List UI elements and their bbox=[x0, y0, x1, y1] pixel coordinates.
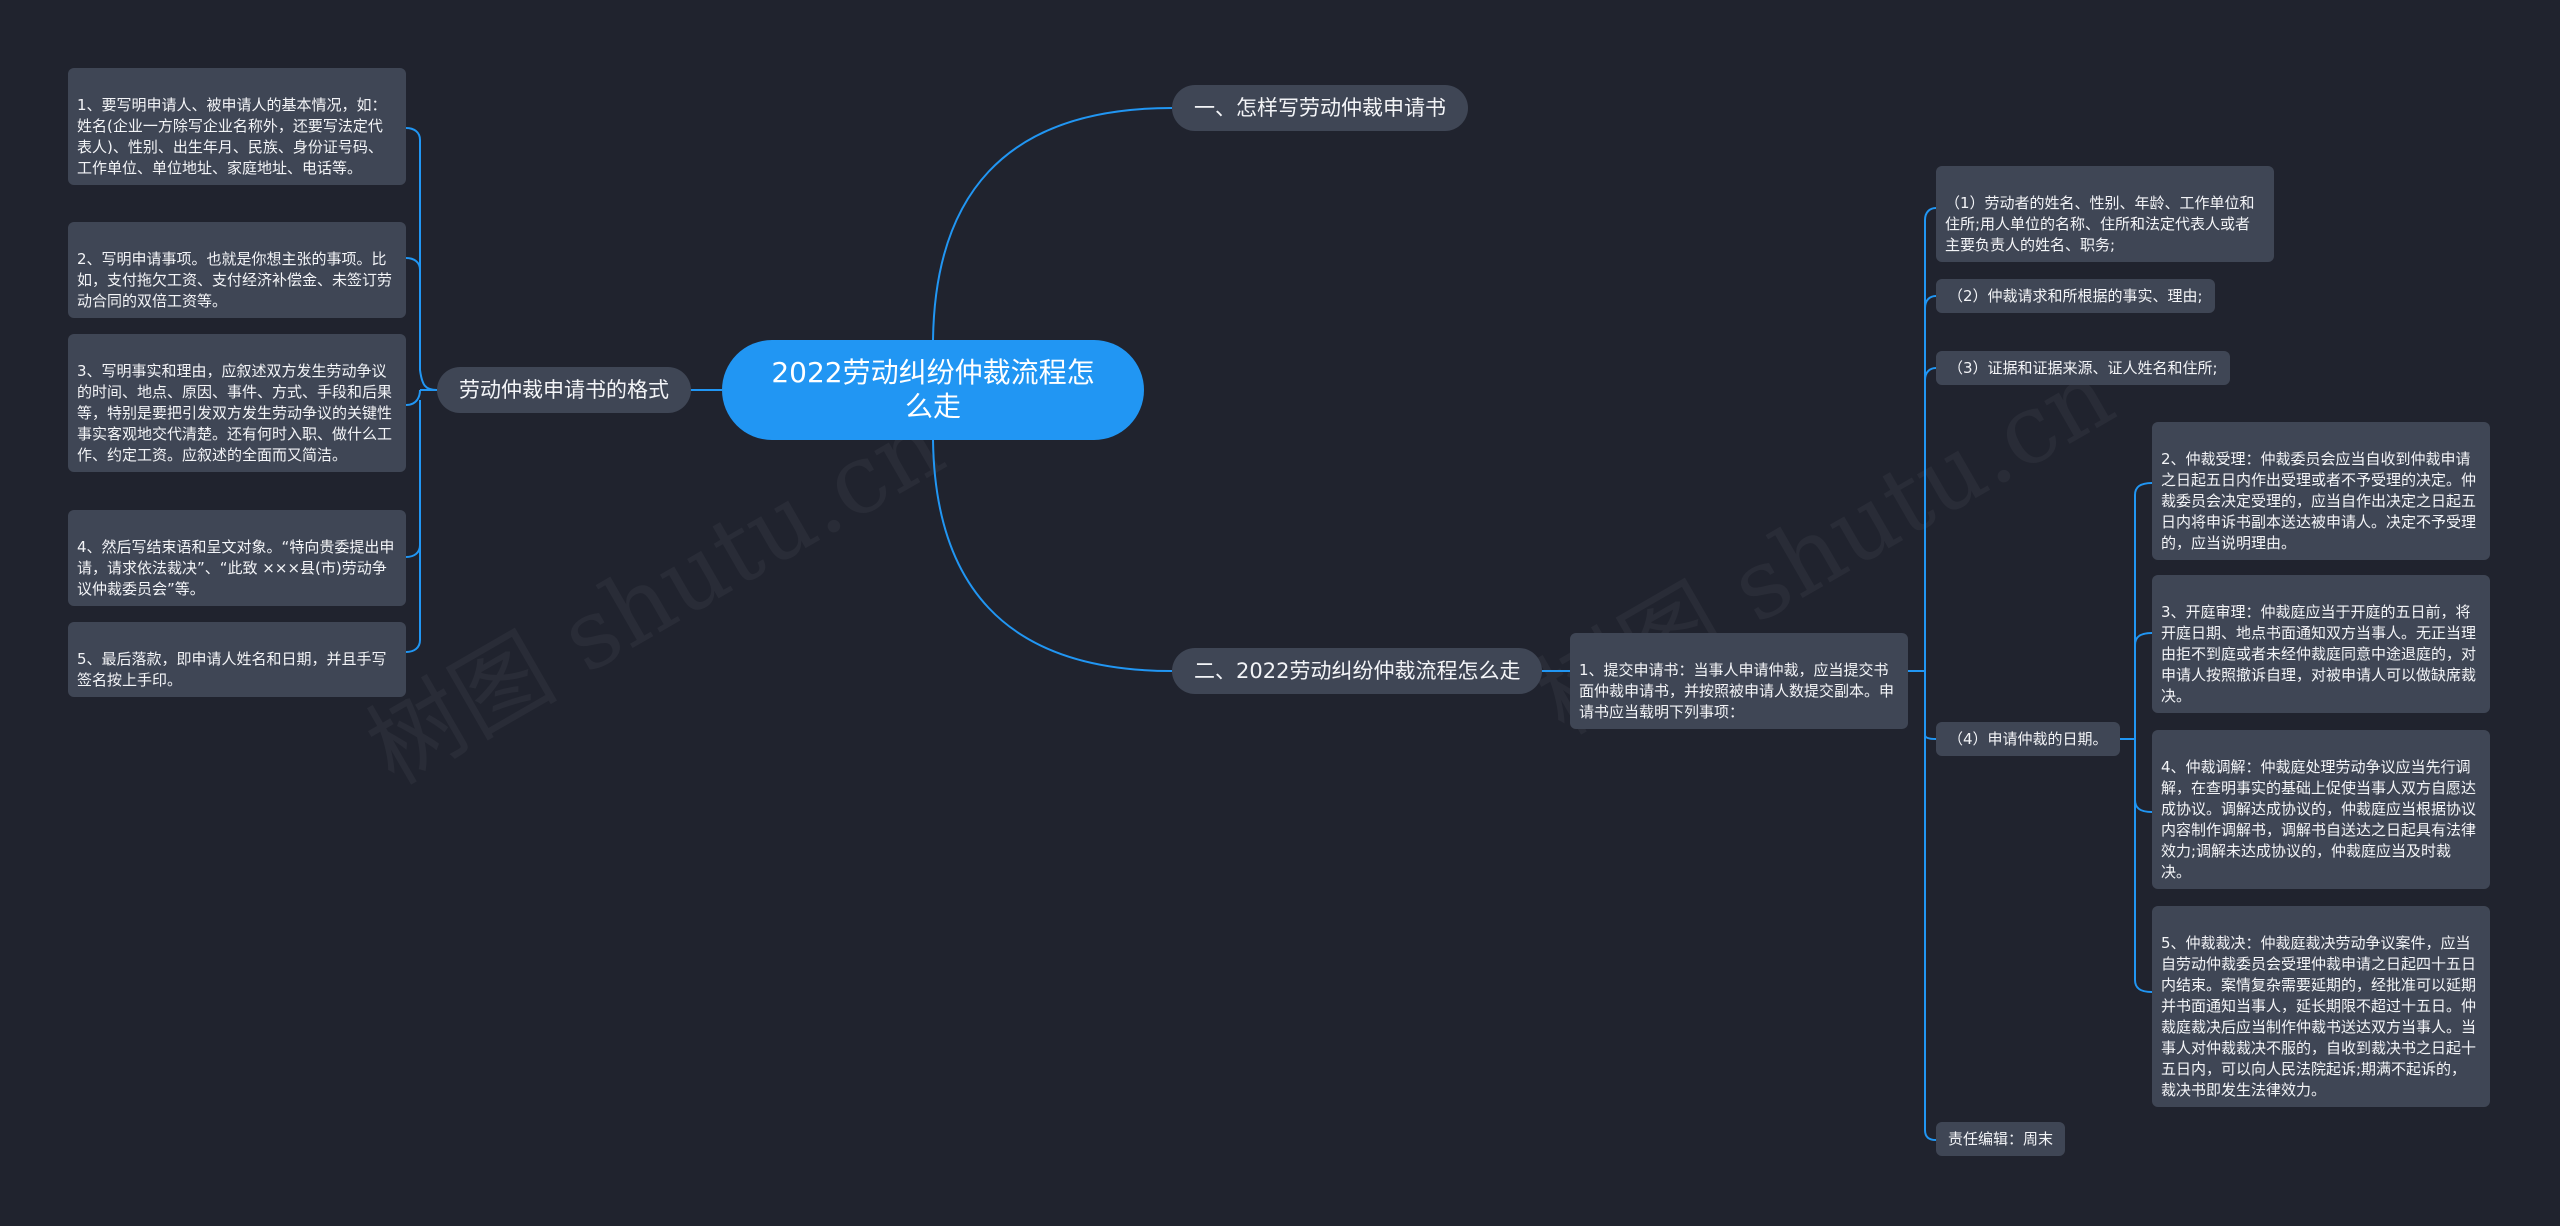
process-step-text: 4、仲裁调解：仲裁庭处理劳动争议应当先行调解，在查明事实的基础上促使当事人双方自… bbox=[2161, 758, 2477, 881]
format-item-text: 4、然后写结束语和呈文对象。“特向贵委提出申请，请求依法裁决”、“此致 ×××县… bbox=[77, 538, 395, 598]
process-step-3[interactable]: 3、开庭审理：仲裁庭应当于开庭的五日前，将开庭日期、地点书面通知双方当事人。无正… bbox=[2152, 575, 2490, 713]
application-item-2[interactable]: （2）仲裁请求和所根据的事实、理由; bbox=[1936, 279, 2215, 313]
process-step-text: 5、仲裁裁决：仲裁庭裁决劳动争议案件，应当自劳动仲裁委员会受理仲裁申请之日起四十… bbox=[2161, 934, 2477, 1099]
format-item-4[interactable]: 4、然后写结束语和呈文对象。“特向贵委提出申请，请求依法裁决”、“此致 ×××县… bbox=[68, 510, 406, 606]
mindmap-canvas: 树图 shutu.cn 树图 shutu.cn bbox=[0, 0, 2560, 1226]
application-item-3[interactable]: （3）证据和证据来源、证人姓名和住所; bbox=[1936, 351, 2230, 385]
branch-process-label: 二、2022劳动纠纷仲裁流程怎么走 bbox=[1194, 659, 1521, 683]
branch-process[interactable]: 二、2022劳动纠纷仲裁流程怎么走 bbox=[1172, 648, 1543, 694]
editor-credit[interactable]: 责任编辑：周末 bbox=[1936, 1122, 2066, 1156]
format-item-2[interactable]: 2、写明申请事项。也就是你想主张的事项。比如，支付拖欠工资、支付经济补偿金、未签… bbox=[68, 222, 406, 318]
application-item-text: （3）证据和证据来源、证人姓名和住所; bbox=[1948, 359, 2218, 377]
format-item-5[interactable]: 5、最后落款，即申请人姓名和日期，并且手写签名按上手印。 bbox=[68, 622, 406, 697]
process-step-5[interactable]: 5、仲裁裁决：仲裁庭裁决劳动争议案件，应当自劳动仲裁委员会受理仲裁申请之日起四十… bbox=[2152, 906, 2490, 1107]
application-item-1[interactable]: （1）劳动者的姓名、性别、年龄、工作单位和住所;用人单位的名称、住所和法定代表人… bbox=[1936, 166, 2274, 262]
process-step-text: 2、仲裁受理：仲裁委员会应当自收到仲裁申请之日起五日内作出受理或者不予受理的决定… bbox=[2161, 450, 2477, 552]
format-item-text: 5、最后落款，即申请人姓名和日期，并且手写签名按上手印。 bbox=[77, 650, 387, 689]
format-item-text: 3、写明事实和理由，应叙述双方发生劳动争议的时间、地点、原因、事件、方式、手段和… bbox=[77, 362, 393, 464]
process-step-4[interactable]: 4、仲裁调解：仲裁庭处理劳动争议应当先行调解，在查明事实的基础上促使当事人双方自… bbox=[2152, 730, 2490, 889]
format-item-text: 2、写明申请事项。也就是你想主张的事项。比如，支付拖欠工资、支付经济补偿金、未签… bbox=[77, 250, 393, 310]
root-topic[interactable]: 2022劳动纠纷仲裁流程怎么走 bbox=[722, 340, 1144, 440]
application-item-text: （4）申请仲裁的日期。 bbox=[1948, 730, 2108, 748]
editor-credit-text: 责任编辑：周末 bbox=[1948, 1130, 2054, 1148]
branch-format-label: 劳动仲裁申请书的格式 bbox=[459, 378, 669, 402]
process-step-1-text: 1、提交申请书：当事人申请仲裁，应当提交书面仲裁申请书，并按照被申请人数提交副本… bbox=[1579, 661, 1895, 721]
connector-root-branch1 bbox=[932, 107, 1173, 341]
application-item-4[interactable]: （4）申请仲裁的日期。 bbox=[1936, 722, 2120, 756]
process-step-1[interactable]: 1、提交申请书：当事人申请仲裁，应当提交书面仲裁申请书，并按照被申请人数提交副本… bbox=[1570, 633, 1908, 729]
root-title: 2022劳动纠纷仲裁流程怎么走 bbox=[771, 356, 1095, 423]
format-item-1[interactable]: 1、要写明申请人、被申请人的基本情况，如：姓名(企业一方除写企业名称外，还要写法… bbox=[68, 68, 406, 185]
branch-how-to-write-label: 一、怎样写劳动仲裁申请书 bbox=[1194, 96, 1446, 120]
format-item-3[interactable]: 3、写明事实和理由，应叙述双方发生劳动争议的时间、地点、原因、事件、方式、手段和… bbox=[68, 334, 406, 472]
application-item-text: （2）仲裁请求和所根据的事实、理由; bbox=[1948, 287, 2203, 305]
connector-root-branch2 bbox=[932, 439, 1173, 672]
process-step-2[interactable]: 2、仲裁受理：仲裁委员会应当自收到仲裁申请之日起五日内作出受理或者不予受理的决定… bbox=[2152, 422, 2490, 560]
application-item-text: （1）劳动者的姓名、性别、年龄、工作单位和住所;用人单位的名称、住所和法定代表人… bbox=[1945, 194, 2255, 254]
format-item-text: 1、要写明申请人、被申请人的基本情况，如：姓名(企业一方除写企业名称外，还要写法… bbox=[77, 96, 387, 177]
branch-how-to-write[interactable]: 一、怎样写劳动仲裁申请书 bbox=[1172, 85, 1468, 131]
branch-format[interactable]: 劳动仲裁申请书的格式 bbox=[437, 367, 691, 413]
process-step-text: 3、开庭审理：仲裁庭应当于开庭的五日前，将开庭日期、地点书面通知双方当事人。无正… bbox=[2161, 603, 2477, 705]
